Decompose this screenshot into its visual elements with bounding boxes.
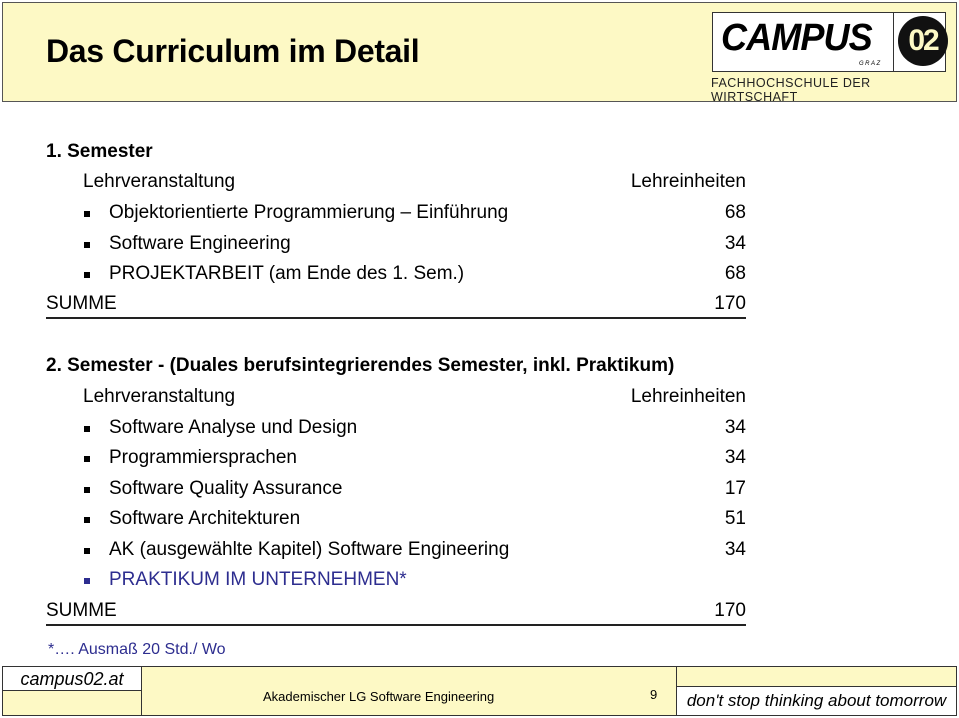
semester2-sum-row: SUMME 170: [46, 600, 746, 626]
sum-value: 170: [714, 293, 746, 314]
course-name: AK (ausgewählte Kapitel) Software Engine…: [109, 539, 510, 560]
bullet-icon: [84, 578, 90, 584]
course-row: Programmiersprachen 34: [0, 447, 959, 473]
course-row: Software Architekturen 51: [0, 508, 959, 534]
bullet-icon: [84, 456, 90, 462]
campus02-logo: CAMPUS GRAZ 02: [712, 12, 948, 72]
semester2-header-row: Lehrveranstaltung Lehreinheiten: [0, 386, 959, 412]
course-name: Programmiersprachen: [109, 447, 297, 468]
logo-wordmark: CAMPUS: [721, 17, 873, 59]
course-name: Software Architekturen: [109, 508, 301, 529]
footer-left-cell: [3, 691, 142, 715]
column-units-header: Lehreinheiten: [630, 171, 746, 192]
footnote: *…. Ausmaß 20 Std./ Wo: [48, 641, 226, 658]
course-name: Software Engineering: [109, 233, 291, 254]
course-name: Software Analyse und Design: [109, 417, 358, 438]
course-units: 34: [724, 539, 746, 560]
course-row: Software Analyse und Design 34: [0, 417, 959, 443]
course-name: Objektorientierte Programmierung – Einfü…: [109, 202, 509, 223]
course-name: PROJEKTARBEIT (am Ende des 1. Sem.): [109, 263, 465, 284]
sum-label: SUMME: [46, 600, 117, 621]
footer-right-cell: [676, 667, 956, 687]
course-row: Software Quality Assurance 17: [0, 478, 959, 504]
logo-divider: [893, 13, 894, 71]
course-units: 34: [724, 417, 746, 438]
bullet-icon: [84, 548, 90, 554]
sum-value: 170: [714, 600, 746, 621]
page-number: 9: [650, 687, 658, 702]
semester1-sum-row: SUMME 170: [46, 293, 746, 319]
semester1-header-row: Lehrveranstaltung Lehreinheiten: [0, 171, 959, 197]
course-name: PRAKTIKUM IM UNTERNEHMEN*: [109, 569, 407, 590]
course-units: 17: [724, 478, 746, 499]
course-units: 34: [724, 447, 746, 468]
course-row: Objektorientierte Programmierung – Einfü…: [0, 202, 959, 228]
course-units: 68: [724, 263, 746, 284]
course-row: AK (ausgewählte Kapitel) Software Engine…: [0, 539, 959, 565]
column-course-header: Lehrveranstaltung: [83, 386, 236, 407]
footer-slogan: don't stop thinking about tomorrow: [676, 687, 956, 715]
bullet-icon: [84, 272, 90, 278]
footer-course-name: Akademischer LG Software Engineering: [263, 689, 495, 704]
semester2-title: 2. Semester - (Duales berufsintegrierend…: [46, 355, 675, 376]
course-row: PROJEKTARBEIT (am Ende des 1. Sem.) 68: [0, 263, 959, 289]
footer-website: campus02.at: [3, 667, 142, 691]
course-row: Software Engineering 34: [0, 233, 959, 259]
course-row-praktikum: PRAKTIKUM IM UNTERNEHMEN*: [0, 569, 959, 595]
column-units-header: Lehreinheiten: [630, 386, 746, 407]
slide-title: Das Curriculum im Detail: [46, 33, 420, 69]
sum-label: SUMME: [46, 293, 117, 314]
logo-tagline: FACHHOCHSCHULE DER WIRTSCHAFT: [711, 76, 871, 104]
footer-center-cell: Akademischer LG Software Engineering 9: [142, 667, 676, 715]
course-units: 34: [724, 233, 746, 254]
logo-badge: 02: [898, 16, 948, 66]
slide-footer: campus02.at Akademischer LG Software Eng…: [2, 666, 957, 716]
course-units: 68: [724, 202, 746, 223]
bullet-icon: [84, 487, 90, 493]
bullet-icon: [84, 242, 90, 248]
course-units: 51: [724, 508, 746, 529]
bullet-icon: [84, 211, 90, 217]
logo-subtitle: GRAZ: [859, 61, 882, 67]
course-name: Software Quality Assurance: [109, 478, 343, 499]
column-course-header: Lehrveranstaltung: [83, 171, 236, 192]
bullet-icon: [84, 517, 90, 523]
bullet-icon: [84, 426, 90, 432]
semester1-title: 1. Semester: [46, 141, 153, 162]
